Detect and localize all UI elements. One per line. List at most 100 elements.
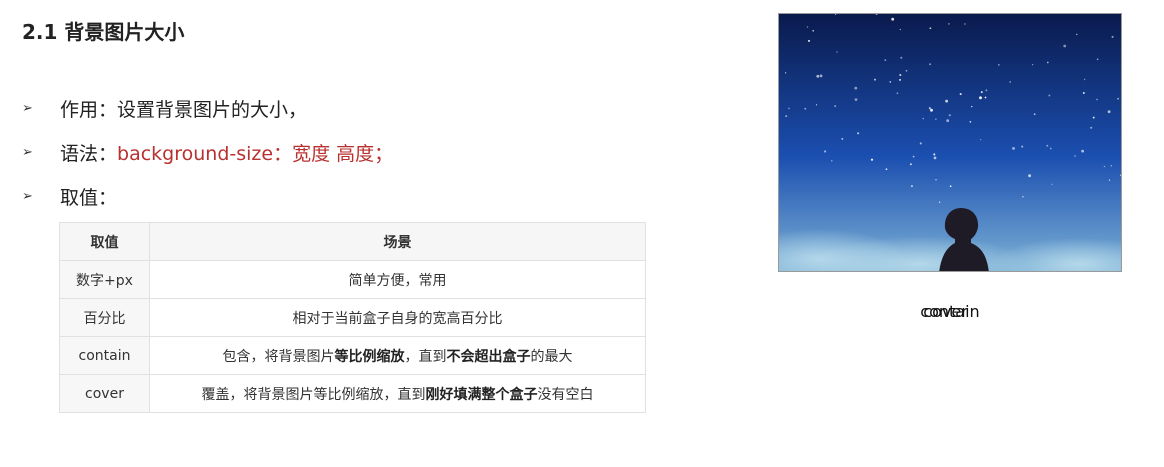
star (836, 51, 838, 53)
star (1028, 174, 1031, 178)
star (1046, 61, 1049, 64)
star (841, 137, 844, 140)
star (884, 59, 887, 61)
star (959, 93, 962, 96)
star (1103, 165, 1106, 168)
scene-text: 的最大 (530, 348, 573, 365)
star (909, 163, 912, 166)
table-row: cover 覆盖，将背景图片等比例缩放，直到刚好填满整个盒子没有空白 (59, 374, 646, 413)
star (804, 107, 807, 110)
star (1111, 35, 1114, 38)
scene-text: 相对于当前盒子自身的宽高百分比 (292, 310, 503, 327)
emphasis-text: 等比例缩放 (334, 348, 405, 365)
star (1096, 98, 1098, 101)
image-caption: contain cover (778, 302, 1122, 321)
star (854, 86, 858, 90)
star (971, 105, 973, 108)
star (933, 156, 937, 160)
star (815, 104, 818, 106)
arrow-bullet-icon: ➢ (22, 144, 33, 160)
scene-text: 简单方便，常用 (348, 272, 447, 289)
star (785, 115, 788, 118)
star (946, 119, 950, 122)
caption-stack: contain cover (920, 302, 979, 321)
star (898, 78, 902, 81)
star (980, 91, 983, 94)
table-header-row: 取值 场景 (59, 222, 646, 261)
page: 2.1 背景图片大小 ➢ 作用：设置背景图片的大小， ➢ 语法： backgrou… (0, 0, 1164, 467)
star (1074, 155, 1076, 157)
value-cell: contain (59, 336, 150, 375)
star (1046, 144, 1049, 147)
star (935, 178, 937, 181)
star (784, 72, 787, 74)
scene-cell: 包含，将背景图片等比例缩放，直到不会超出盒子的最大 (149, 336, 646, 375)
star (929, 63, 932, 66)
star (980, 138, 982, 141)
star (899, 73, 902, 77)
values-table: 取值 场景 数字+px 简单方便，常用百分比 相对于当前盒子自身的宽高百分比 cont… (59, 222, 646, 413)
star (831, 160, 833, 162)
star (1107, 110, 1111, 114)
bullet-list: ➢ 作用：设置背景图片的大小， ➢ 语法： background-size：宽度 … (22, 86, 393, 218)
star (889, 81, 892, 83)
star (896, 92, 899, 95)
star (824, 150, 827, 153)
table-row: 百分比 相对于当前盒子自身的宽高百分比 (59, 298, 646, 337)
night-sky-illustration (779, 14, 1121, 271)
star (1051, 183, 1053, 185)
star (1022, 195, 1024, 198)
star (854, 98, 858, 101)
table-row: contain 包含，将背景图片等比例缩放，直到不会超出盒子的最大 (59, 336, 646, 375)
star (1048, 94, 1051, 97)
star (964, 23, 966, 25)
syntax-code: background-size：宽度 高度； (117, 142, 394, 165)
scene-text: 包含，将背景图片 (222, 348, 335, 365)
star (885, 168, 888, 171)
value-cell: cover (59, 374, 150, 413)
star (945, 99, 948, 103)
star (788, 107, 790, 110)
star (1083, 78, 1086, 81)
star (1108, 179, 1111, 181)
star (948, 114, 951, 117)
bullet-label: 语法： (60, 142, 118, 165)
column-header-scene: 场景 (149, 222, 646, 261)
emphasis-text: 不会超出盒子 (446, 348, 531, 365)
scene-cell: 覆盖，将背景图片等比例缩放，直到刚好填满整个盒子没有空白 (149, 374, 646, 413)
star (979, 96, 982, 100)
star (969, 121, 972, 123)
table-row: 数字+px 简单方便，常用 (59, 260, 646, 299)
bullet-text: 取值： (60, 186, 118, 209)
star (899, 28, 901, 31)
star (922, 117, 924, 120)
bullet-text: 作用：设置背景图片的大小， (60, 98, 308, 121)
scene-cell: 简单方便，常用 (149, 260, 646, 299)
star (1081, 149, 1084, 153)
bullet-purpose: ➢ 作用：设置背景图片的大小， (22, 86, 393, 130)
star (816, 74, 820, 78)
star (807, 39, 811, 42)
star (900, 56, 903, 59)
arrow-bullet-icon: ➢ (22, 100, 33, 116)
star (1110, 165, 1113, 167)
arrow-bullet-icon: ➢ (22, 188, 33, 204)
value-cell: 数字+px (59, 260, 150, 299)
star (819, 74, 823, 78)
star (933, 153, 936, 156)
star (912, 155, 915, 158)
scene-text: 没有空白 (537, 386, 594, 403)
star (948, 23, 950, 25)
star (1075, 33, 1078, 36)
scene-cell: 相对于当前盒子自身的宽高百分比 (149, 298, 646, 337)
bullet-syntax: ➢ 语法： background-size：宽度 高度； (22, 130, 393, 174)
star (1032, 64, 1034, 66)
star (984, 96, 987, 99)
caption-text-cover: cover (923, 302, 968, 321)
scene-text: 覆盖，将背景图片等比例缩放，直到 (201, 386, 426, 403)
star (1096, 58, 1099, 61)
star (928, 107, 931, 110)
star (985, 89, 988, 92)
star (857, 132, 860, 135)
star (1090, 126, 1093, 129)
